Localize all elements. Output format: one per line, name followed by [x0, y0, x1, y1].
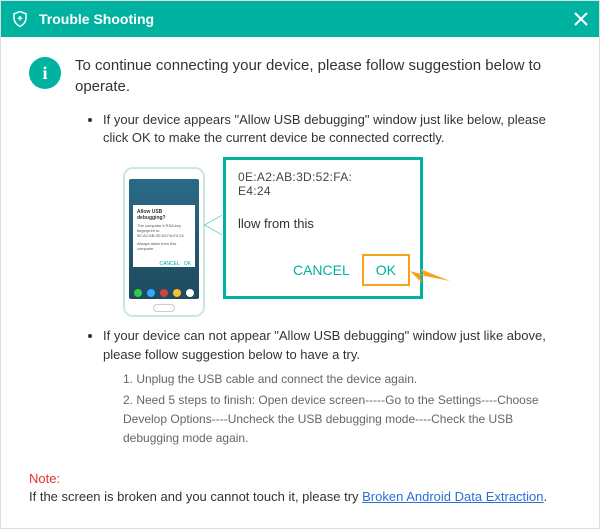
phone-dock — [129, 287, 199, 299]
note-after: . — [544, 489, 548, 504]
phone-popup-ok: OK — [184, 261, 191, 267]
dialog-title: Trouble Shooting — [39, 11, 573, 27]
dock-icon — [160, 289, 168, 297]
dock-icon — [186, 289, 194, 297]
instruction-list: If your device appears "Allow USB debugg… — [103, 111, 571, 449]
dock-icon — [147, 289, 155, 297]
dialog-body: i To continue connecting your device, pl… — [1, 37, 599, 470]
phone-home-button — [153, 304, 175, 312]
note-text: If the screen is broken and you cannot t… — [29, 489, 362, 504]
usb-debugging-popup: 0E:A2:AB:3D:52:FA: E4:24 llow from this … — [223, 157, 423, 299]
step-1: 1. Unplug the USB cable and connect the … — [123, 370, 571, 389]
phone-mockup: Allow USB debugging? The computer's RSA … — [123, 167, 205, 317]
instruction-1-text: If your device appears "Allow USB debugg… — [103, 111, 571, 147]
illustration: Allow USB debugging? The computer's RSA … — [123, 157, 423, 317]
cancel-button[interactable]: CANCEL — [289, 256, 354, 284]
callout-tail — [205, 215, 223, 235]
instruction-item-1: If your device appears "Allow USB debugg… — [103, 111, 571, 317]
phone-screen: Allow USB debugging? The computer's RSA … — [129, 179, 199, 299]
popup-allow-text: llow from this — [238, 216, 408, 231]
popup-buttons: CANCEL OK — [289, 254, 410, 286]
titlebar: Trouble Shooting — [1, 1, 599, 37]
instruction-item-2: If your device can not appear "Allow USB… — [103, 327, 571, 448]
phone-popup-title: Allow USB debugging? — [137, 209, 191, 221]
sub-steps: 1. Unplug the USB cable and connect the … — [123, 370, 571, 449]
heading-text: To continue connecting your device, plea… — [75, 55, 571, 97]
shield-plus-icon — [11, 10, 29, 28]
dock-icon — [134, 289, 142, 297]
note-label: Note: — [29, 471, 60, 486]
heading-row: i To continue connecting your device, pl… — [29, 55, 571, 97]
note-section: Note: If the screen is broken and you ca… — [1, 470, 599, 506]
phone-popup-cancel: CANCEL — [159, 261, 179, 267]
close-icon[interactable] — [573, 11, 589, 27]
broken-android-link[interactable]: Broken Android Data Extraction — [362, 489, 543, 504]
phone-popup-checkbox: Always allow from this computer — [137, 241, 191, 251]
info-icon: i — [29, 57, 61, 89]
troubleshooting-dialog: Trouble Shooting i To continue connectin… — [0, 0, 600, 529]
instruction-2-text: If your device can not appear "Allow USB… — [103, 327, 571, 363]
popup-mac-1: 0E:A2:AB:3D:52:FA: — [238, 170, 408, 184]
popup-mac-2: E4:24 — [238, 184, 408, 198]
arrow-icon — [410, 261, 450, 288]
dock-icon — [173, 289, 181, 297]
phone-popup-line: 0E:A2:AB:3D:52:FA:E4:24 — [137, 233, 191, 238]
ok-button[interactable]: OK — [362, 254, 410, 286]
step-2: 2. Need 5 steps to finish: Open device s… — [123, 391, 571, 449]
phone-usb-popup: Allow USB debugging? The computer's RSA … — [133, 205, 195, 267]
